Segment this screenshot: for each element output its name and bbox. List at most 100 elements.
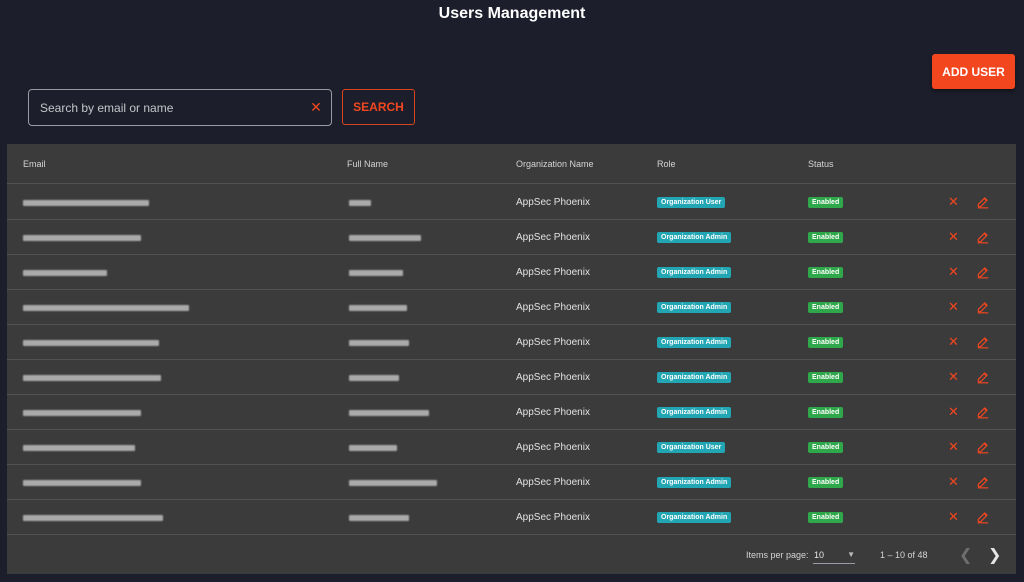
status-badge: Enabled xyxy=(808,197,844,208)
role-cell: Organization Admin xyxy=(657,255,732,290)
status-badge: Enabled xyxy=(808,512,844,523)
full-name-cell xyxy=(349,255,403,290)
table-row: AppSec Phoenix Organization Admin Enabled ✕ xyxy=(7,360,1016,395)
table-row: AppSec Phoenix Organization Admin Enabled ✕ xyxy=(7,500,1016,535)
items-per-page-select[interactable]: 10 ▼ xyxy=(813,546,855,564)
table-row: AppSec Phoenix Organization Admin Enabled ✕ xyxy=(7,255,1016,290)
status-badge: Enabled xyxy=(808,372,844,383)
redacted-email xyxy=(23,339,159,346)
redacted-name xyxy=(349,269,403,276)
chevron-left-icon[interactable]: ❮ xyxy=(959,545,972,565)
organization-cell: AppSec Phoenix xyxy=(516,290,590,325)
redacted-name xyxy=(349,374,399,381)
organization-name: AppSec Phoenix xyxy=(516,512,590,523)
search-input[interactable] xyxy=(29,90,301,125)
redacted-name xyxy=(349,514,409,521)
redacted-email xyxy=(23,304,189,311)
email-cell xyxy=(23,185,149,220)
close-icon[interactable]: ✕ xyxy=(948,370,959,384)
status-cell: Enabled xyxy=(808,465,844,500)
role-cell: Organization User xyxy=(657,185,726,220)
organization-cell: AppSec Phoenix xyxy=(516,465,590,500)
close-icon[interactable]: ✕ xyxy=(948,440,959,454)
close-icon[interactable]: ✕ xyxy=(948,265,959,279)
status-cell: Enabled xyxy=(808,325,844,360)
pencil-icon[interactable] xyxy=(976,510,990,524)
close-icon[interactable]: ✕ xyxy=(948,195,959,209)
pencil-icon[interactable] xyxy=(976,265,990,279)
status-cell: Enabled xyxy=(808,500,844,535)
caret-down-icon: ▼ xyxy=(847,550,855,559)
status-cell: Enabled xyxy=(808,360,844,395)
status-cell: Enabled xyxy=(808,185,844,220)
close-icon[interactable]: ✕ xyxy=(948,510,959,524)
organization-name: AppSec Phoenix xyxy=(516,232,590,243)
organization-name: AppSec Phoenix xyxy=(516,477,590,488)
close-icon[interactable]: ✕ xyxy=(948,405,959,419)
status-badge: Enabled xyxy=(808,442,844,453)
role-badge: Organization User xyxy=(657,442,726,453)
organization-cell: AppSec Phoenix xyxy=(516,325,590,360)
pencil-icon[interactable] xyxy=(976,440,990,454)
organization-name: AppSec Phoenix xyxy=(516,302,590,313)
table-row: AppSec Phoenix Organization Admin Enabled ✕ xyxy=(7,395,1016,430)
close-icon[interactable]: ✕ xyxy=(948,475,959,489)
full-name-cell xyxy=(349,395,429,430)
email-cell xyxy=(23,500,163,535)
column-header-status: Status xyxy=(808,159,834,169)
full-name-cell xyxy=(349,325,409,360)
table-row: AppSec Phoenix Organization User Enabled ✕ xyxy=(7,185,1016,220)
search-button[interactable]: SEARCH xyxy=(342,89,415,125)
pencil-icon[interactable] xyxy=(976,300,990,314)
items-per-page-value: 10 xyxy=(814,549,825,560)
status-badge: Enabled xyxy=(808,477,844,488)
status-cell: Enabled xyxy=(808,220,844,255)
table-row: AppSec Phoenix Organization Admin Enabled ✕ xyxy=(7,325,1016,360)
pencil-icon[interactable] xyxy=(976,475,990,489)
pencil-icon[interactable] xyxy=(976,405,990,419)
close-icon[interactable]: ✕ xyxy=(948,335,959,349)
pencil-icon[interactable] xyxy=(976,195,990,209)
table-row: AppSec Phoenix Organization User Enabled ✕ xyxy=(7,430,1016,465)
role-badge: Organization Admin xyxy=(657,267,732,278)
role-badge: Organization Admin xyxy=(657,337,732,348)
status-cell: Enabled xyxy=(808,255,844,290)
redacted-name xyxy=(349,339,409,346)
role-badge: Organization Admin xyxy=(657,302,732,313)
redacted-email xyxy=(23,269,107,276)
status-badge: Enabled xyxy=(808,407,844,418)
redacted-email xyxy=(23,514,163,521)
redacted-name xyxy=(349,304,407,311)
organization-cell: AppSec Phoenix xyxy=(516,430,590,465)
role-badge: Organization User xyxy=(657,197,726,208)
email-cell xyxy=(23,325,159,360)
role-cell: Organization Admin xyxy=(657,220,732,255)
organization-cell: AppSec Phoenix xyxy=(516,220,590,255)
organization-name: AppSec Phoenix xyxy=(516,442,590,453)
redacted-email xyxy=(23,444,135,451)
pencil-icon[interactable] xyxy=(976,230,990,244)
organization-cell: AppSec Phoenix xyxy=(516,185,590,220)
column-header-organization: Organization Name xyxy=(516,159,594,169)
chevron-right-icon[interactable]: ❯ xyxy=(988,545,1001,565)
close-icon[interactable]: ✕ xyxy=(948,300,959,314)
close-icon[interactable]: ✕ xyxy=(948,230,959,244)
column-header-full-name: Full Name xyxy=(347,159,389,169)
pencil-icon[interactable] xyxy=(976,335,990,349)
full-name-cell xyxy=(349,500,409,535)
add-user-button[interactable]: ADD USER xyxy=(932,54,1015,89)
email-cell xyxy=(23,290,189,325)
email-cell xyxy=(23,430,135,465)
page-range-label: 1 – 10 of 48 xyxy=(880,550,928,560)
status-cell: Enabled xyxy=(808,395,844,430)
status-cell: Enabled xyxy=(808,290,844,325)
full-name-cell xyxy=(349,220,421,255)
role-badge: Organization Admin xyxy=(657,232,732,243)
role-cell: Organization Admin xyxy=(657,325,732,360)
table-header: Email Full Name Organization Name Role S… xyxy=(7,144,1016,184)
pencil-icon[interactable] xyxy=(976,370,990,384)
status-badge: Enabled xyxy=(808,302,844,313)
status-badge: Enabled xyxy=(808,267,844,278)
clear-search-icon[interactable]: ✕ xyxy=(301,99,331,116)
role-cell: Organization Admin xyxy=(657,395,732,430)
